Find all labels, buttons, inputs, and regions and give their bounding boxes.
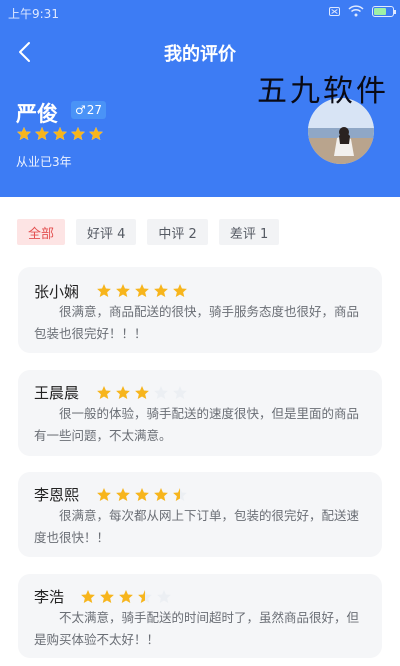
star-empty-icon	[154, 386, 168, 399]
star-filled-icon	[81, 590, 95, 603]
tab-all[interactable]: 全部	[17, 219, 66, 245]
watermark-text: 五九软件	[257, 74, 389, 109]
review-card[interactable]: 张小娴 很满意，商品配送的很快，骑手服务态度也很好，商品包装也很完好！！！	[18, 267, 382, 353]
reviewer-name: 张小娴	[34, 283, 80, 301]
reviewer-name: 王晨晨	[34, 384, 80, 402]
review-text: 很满意，商品配送的很快，骑手服务态度也很好，商品包装也很完好！！！	[34, 304, 360, 341]
star-filled-icon	[97, 386, 111, 399]
star-filled-icon	[154, 284, 168, 297]
star-filled-icon	[97, 488, 111, 501]
review-rating	[96, 487, 188, 503]
star-filled-icon	[135, 284, 149, 297]
filter-tabs: 全部 好评 4 中评 2 差评 1	[17, 219, 280, 245]
star-filled-icon	[173, 284, 187, 297]
star-filled-icon	[135, 386, 149, 399]
tab-neutral[interactable]: 中评 2	[147, 219, 208, 245]
review-rating	[96, 283, 188, 299]
status-time: 上午9:31	[8, 7, 59, 21]
star-half-icon	[138, 590, 152, 603]
star-filled-icon	[17, 127, 31, 140]
review-rating	[80, 589, 172, 605]
review-text: 很一般的体验，骑手配送的速度很快，但是里面的商品有一些问题，不太满意。	[34, 406, 360, 443]
age-value: 27	[86, 103, 103, 117]
star-filled-icon	[116, 284, 130, 297]
status-bar: 上午9:31	[0, 0, 400, 24]
reviewer-name: 李浩	[34, 588, 65, 606]
star-filled-icon	[53, 127, 67, 140]
profile-years: 从业已3年	[16, 155, 72, 169]
male-icon: ♂	[75, 103, 86, 117]
star-empty-icon	[173, 386, 187, 399]
star-filled-icon	[100, 590, 114, 603]
star-half-icon	[173, 488, 187, 501]
wifi-icon	[348, 5, 364, 17]
profile-name: 严俊	[16, 102, 58, 126]
star-filled-icon	[71, 127, 85, 140]
sim-icon	[329, 6, 340, 16]
gender-age-badge: ♂ 27	[71, 101, 107, 119]
profile-rating	[16, 126, 104, 142]
review-text: 不太满意，骑手配送的时间超时了，虽然商品很好，但是购买体验不太好！！	[34, 610, 360, 647]
tab-negative[interactable]: 差评 1	[218, 219, 280, 245]
review-card[interactable]: 李恩熙 很满意，每次都从网上下订单，包装的很完好，配送速度也很快！！	[18, 472, 382, 557]
star-filled-icon	[135, 488, 149, 501]
star-filled-icon	[119, 590, 133, 603]
star-filled-icon	[154, 488, 168, 501]
star-filled-icon	[35, 127, 49, 140]
tab-positive[interactable]: 好评 4	[76, 219, 137, 245]
star-empty-icon	[157, 590, 171, 603]
star-filled-icon	[89, 127, 103, 140]
battery-icon	[372, 5, 396, 17]
reviewer-name: 李恩熙	[34, 486, 80, 504]
review-rating	[96, 385, 188, 401]
star-filled-icon	[116, 386, 130, 399]
page-title: 我的评价	[164, 44, 236, 65]
review-card[interactable]: 王晨晨 很一般的体验，骑手配送的速度很快，但是里面的商品有一些问题，不太满意。	[18, 370, 382, 456]
status-icons	[329, 5, 396, 17]
star-filled-icon	[97, 284, 111, 297]
star-filled-icon	[116, 488, 130, 501]
review-text: 很满意，每次都从网上下订单，包装的很完好，配送速度也很快！！	[34, 508, 360, 545]
review-card[interactable]: 李浩 不太满意，骑手配送的时间超时了，虽然商品很好，但是购买体验不太好！！	[18, 574, 382, 658]
